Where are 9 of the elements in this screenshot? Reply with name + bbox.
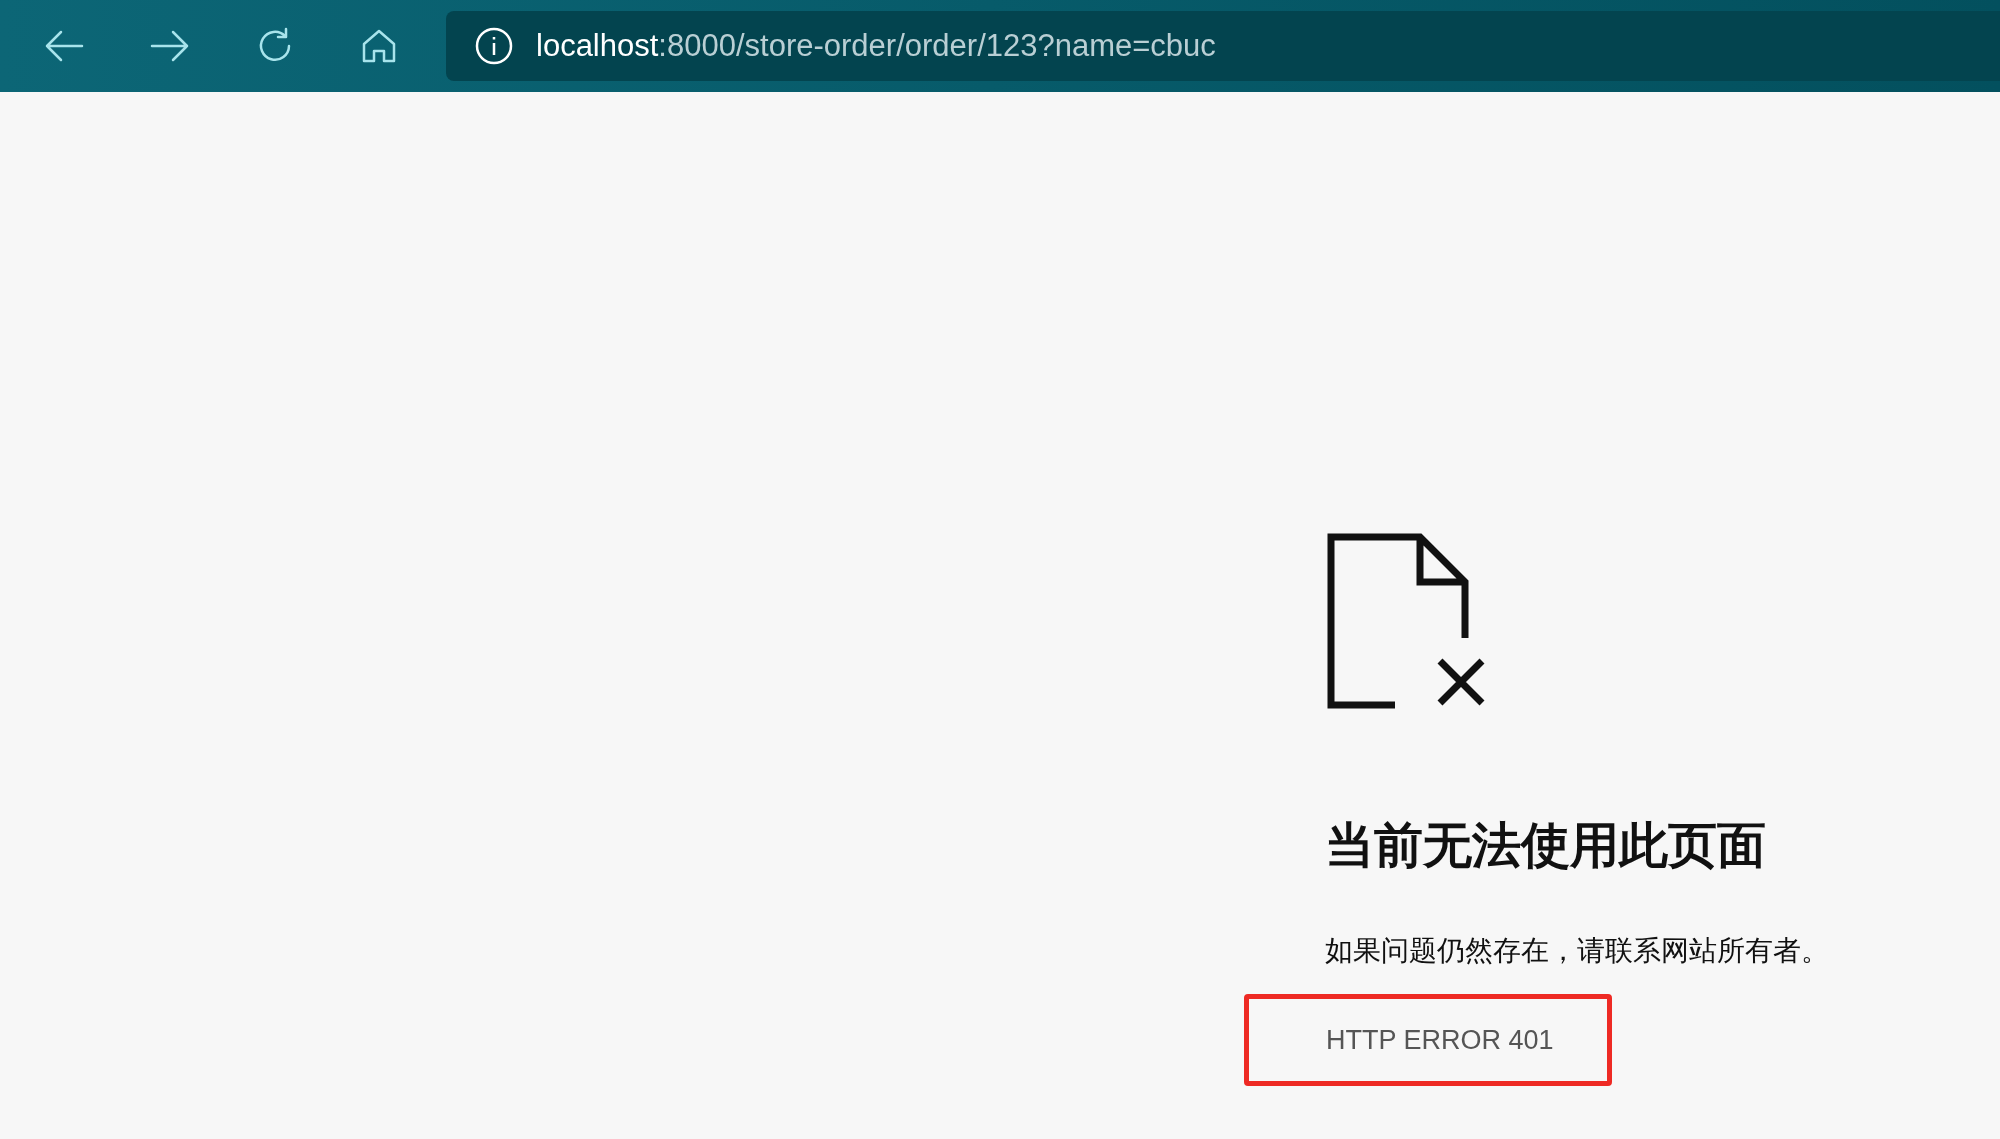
error-message: 如果问题仍然存在，请联系网站所有者。 [1325,934,1829,968]
error-code: HTTP ERROR 401 [1326,1023,1554,1057]
info-icon[interactable] [474,26,514,66]
back-icon[interactable] [44,29,84,63]
address-bar[interactable]: localhost:8000/store-order/order/123?name=cbuc [446,11,2000,81]
url-text[interactable]: localhost:8000/store-order/order/123?name=cbuc [536,22,1216,70]
forward-icon[interactable] [150,29,190,63]
error-title: 当前无法使用此页面 [1325,821,1766,870]
home-icon[interactable] [360,27,398,65]
